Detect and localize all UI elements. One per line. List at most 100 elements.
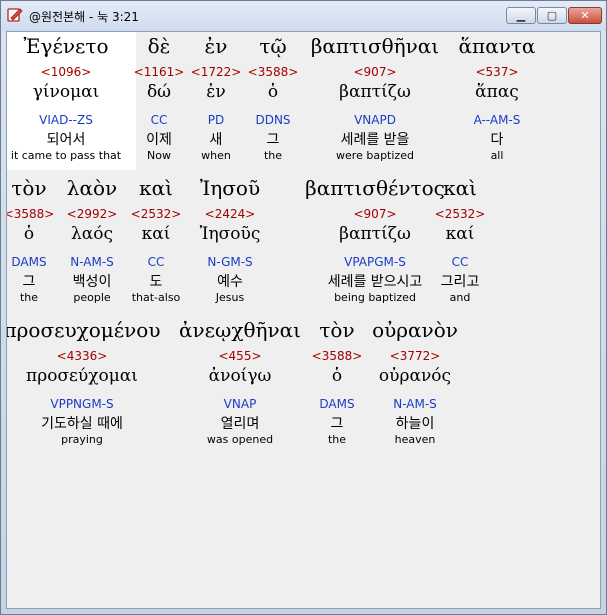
word-greek[interactable]: καὶ <box>139 176 173 200</box>
word-korean: 기도하실 때에 <box>41 416 123 432</box>
word-parse: VPAPGM-S <box>344 255 406 269</box>
word-greek[interactable]: ἅπαντα <box>459 34 536 58</box>
word-korean: 세례를 받으시고 <box>327 274 423 290</box>
word-english: Now <box>147 149 171 162</box>
word-lemma: ὁ <box>23 224 35 244</box>
word-korean: 되어서 <box>46 132 86 148</box>
word-greek[interactable]: προσευχομένου <box>7 318 161 342</box>
word-lemma: προσεύχομαι <box>26 366 138 386</box>
word-lemma: ὁ <box>331 366 343 386</box>
word-lemma: ἐν <box>206 82 226 102</box>
word-english: all <box>490 149 504 162</box>
word-korean: 하늘이 <box>395 416 435 432</box>
word-parse: DAMS <box>11 255 47 269</box>
word-strong[interactable]: <1096> <box>41 65 92 79</box>
word-english: praying <box>61 433 103 446</box>
word-parse: A--AM-S <box>473 113 521 127</box>
word-strong[interactable]: <3588> <box>7 207 54 221</box>
word-greek[interactable]: καὶ <box>443 176 477 200</box>
word-korean: 다 <box>490 132 504 148</box>
main-window: @원전본해 - 눅 3:21 ▁ ▢ ✕ Ἐγένετο <1096> γίνομα… <box>0 0 607 615</box>
word-strong[interactable]: <1722> <box>191 65 242 79</box>
word-korean: 그 <box>266 132 280 148</box>
word-parse: N-AM-S <box>70 255 114 269</box>
word-lemma: ἀνοίγω <box>208 366 272 386</box>
word-greek[interactable]: δὲ <box>148 34 171 58</box>
app-icon[interactable] <box>7 7 23 23</box>
word-parse: CC <box>147 255 165 269</box>
word-greek[interactable]: ἐν <box>205 34 228 58</box>
word-english: heaven <box>394 433 436 446</box>
word-strong[interactable]: <3588> <box>248 65 299 79</box>
word-greek[interactable]: τὸν <box>11 176 46 200</box>
word-strong[interactable]: <2532> <box>435 207 486 221</box>
close-button[interactable]: ✕ <box>568 7 602 24</box>
word-korean: 그리고 <box>440 274 480 290</box>
word-parse: VNAPD <box>354 113 396 127</box>
word-strong[interactable]: <537> <box>475 65 518 79</box>
word-english: were baptized <box>336 149 414 162</box>
word-korean: 그 <box>22 274 36 290</box>
word-strong[interactable]: <2992> <box>67 207 118 221</box>
word-parse: VPPNGM-S <box>50 397 114 411</box>
word-parse: N-AM-S <box>393 397 437 411</box>
word-korean: 예수 <box>217 274 243 290</box>
window-title: @원전본해 - 눅 3:21 <box>29 10 139 24</box>
word-strong[interactable]: <455> <box>218 349 261 363</box>
word-greek[interactable]: τῷ <box>259 34 286 58</box>
word-english: and <box>449 291 471 304</box>
word-greek[interactable]: βαπτισθῆναι <box>311 34 439 58</box>
word-english: the <box>19 291 39 304</box>
interlinear-panel: Ἐγένετο <1096> γίνομαι VIAD--ZS 되어서 it came t… <box>6 31 601 609</box>
word-greek[interactable]: Ἐγένετο <box>24 34 109 58</box>
maximize-button[interactable]: ▢ <box>537 7 567 24</box>
word-english: that-also <box>131 291 181 304</box>
word-strong[interactable]: <907> <box>353 207 396 221</box>
word-english: being baptized <box>334 291 416 304</box>
word-lemma: γίνομαι <box>32 82 100 102</box>
word-lemma: καί <box>445 224 475 244</box>
word-strong[interactable]: <3588> <box>312 349 363 363</box>
word-lemma: Ἰησοῦς <box>199 224 261 244</box>
word-korean: 그 <box>330 416 344 432</box>
word-english: was opened <box>206 433 274 446</box>
word-english: people <box>73 291 111 304</box>
word-strong[interactable]: <4336> <box>57 349 108 363</box>
word-english: it came to pass that <box>10 149 122 162</box>
word-parse: VNAP <box>223 397 257 411</box>
word-greek[interactable]: λαὸν <box>67 176 117 200</box>
word-greek[interactable]: ἀνεῳχθῆναι <box>179 318 301 342</box>
word-parse: CC <box>451 255 469 269</box>
word-english: the <box>327 433 347 446</box>
word-parse: DAMS <box>319 397 355 411</box>
word-parse: DDNS <box>255 113 291 127</box>
word-lemma: δώ <box>146 82 172 102</box>
word-parse: N-GM-S <box>207 255 253 269</box>
close-icon: ✕ <box>580 9 590 22</box>
word-strong[interactable]: <1161> <box>134 65 185 79</box>
word-lemma: ἅπας <box>475 82 519 102</box>
word-parse: VIAD--ZS <box>39 113 93 127</box>
word-strong[interactable]: <3772> <box>390 349 441 363</box>
word-greek[interactable]: Ἰησοῦ <box>200 176 260 200</box>
title-bar[interactable]: @원전본해 - 눅 3:21 ▁ ▢ ✕ <box>1 1 606 31</box>
maximize-icon: ▢ <box>546 9 558 22</box>
word-parse: CC <box>150 113 168 127</box>
word-lemma: βαπτίζω <box>339 82 411 102</box>
word-greek[interactable]: τὸν <box>319 318 354 342</box>
word-parse: PD <box>207 113 225 127</box>
word-strong[interactable]: <907> <box>353 65 396 79</box>
word-lemma: οὐρανός <box>378 366 452 386</box>
word-korean: 이제 <box>146 132 172 148</box>
word-korean: 열리며 <box>220 416 260 432</box>
word-english: Jesus <box>215 291 245 304</box>
word-strong[interactable]: <2532> <box>131 207 182 221</box>
word-korean: 백성이 <box>72 274 112 290</box>
word-strong[interactable]: <2424> <box>205 207 256 221</box>
word-greek[interactable]: οὐρανὸν <box>372 318 458 342</box>
word-greek[interactable]: βαπτισθέντος <box>305 176 445 200</box>
word-korean: 도 <box>149 274 163 290</box>
word-lemma: καί <box>141 224 171 244</box>
word-lemma: βαπτίζω <box>339 224 411 244</box>
minimize-button[interactable]: ▁ <box>506 7 536 24</box>
